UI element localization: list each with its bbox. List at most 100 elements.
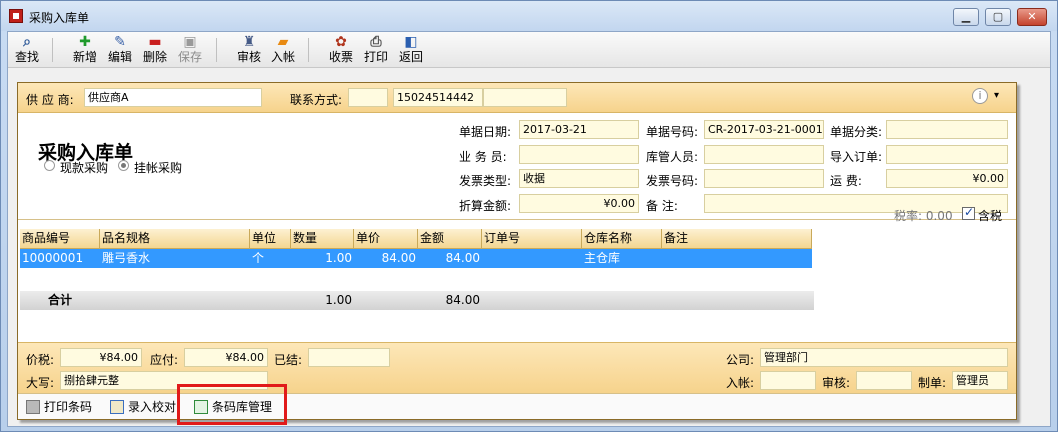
chevron-down-icon[interactable]: ▾: [994, 90, 999, 101]
door-icon: ◧: [404, 34, 418, 50]
payable-label: 应付:: [150, 353, 179, 367]
remark-label: 备 注:: [646, 199, 678, 213]
category-field[interactable]: [886, 120, 1008, 139]
app-window: 采购入库单 ▁ ▢ ✕ ⌕ 查找 ✚ 新增 ✎ 编辑 ▬ 删除 ▣ 保存 ♜ 审…: [0, 0, 1058, 432]
supplier-field[interactable]: 供应商A: [84, 88, 262, 107]
contact-extra-field[interactable]: [483, 88, 567, 107]
capital-label: 大写:: [26, 376, 55, 390]
invoice-type-field[interactable]: 收据: [519, 169, 639, 188]
ledger-icon: ▰: [277, 34, 289, 50]
save-button[interactable]: ▣ 保存: [173, 34, 207, 66]
radio-credit[interactable]: [118, 160, 129, 171]
grid-col-price[interactable]: 单价: [354, 229, 418, 249]
freight-field[interactable]: ¥0.00: [886, 169, 1008, 188]
tax-rate-label: 税率: 0.00: [894, 209, 953, 223]
grid-col-qty[interactable]: 数量: [291, 229, 354, 249]
printer-icon: [26, 400, 40, 414]
radio-credit-label: 挂帐采购: [134, 161, 183, 175]
row-amount: 84.00: [445, 251, 480, 265]
tax-price-field[interactable]: ¥84.00: [60, 348, 142, 367]
posted-field[interactable]: [760, 371, 816, 390]
grid-total-row: 合计 1.00 84.00: [20, 291, 814, 310]
grid-col-order[interactable]: 订单号: [482, 229, 582, 249]
grid-col-unit[interactable]: 单位: [250, 229, 291, 249]
posted-label: 入帐:: [726, 376, 755, 390]
row-warehouse: 主仓库: [584, 251, 621, 265]
settled-field[interactable]: [308, 348, 390, 367]
minus-icon: ▬: [148, 34, 162, 50]
close-button[interactable]: ✕: [1017, 8, 1047, 26]
doc-info-area: 采购入库单 现款采购 挂帐采购 单据日期: 2017-03-21 单据号码: C…: [18, 114, 1016, 219]
info-icon[interactable]: i: [972, 88, 988, 104]
doc-no-field[interactable]: CR-2017-03-21-0001: [704, 120, 824, 139]
minimize-button[interactable]: ▁: [953, 8, 979, 26]
row-code: 10000001: [22, 251, 84, 265]
maker-label: 制单:: [918, 376, 947, 390]
toolbar-separator: [308, 38, 309, 62]
contact-label: 联系方式:: [290, 93, 343, 107]
grid-col-remark[interactable]: 备注: [662, 229, 812, 249]
freight-label: 运 费:: [830, 174, 862, 188]
tax-include-label: 含税: [978, 209, 1003, 223]
print-button[interactable]: ⎙ 打印: [359, 34, 393, 66]
tax-price-label: 价税:: [26, 353, 55, 367]
radio-cash-label: 现款采购: [60, 161, 109, 175]
settled-label: 已结:: [274, 353, 303, 367]
grid-col-code[interactable]: 商品编号: [20, 229, 100, 249]
total-label: 合计: [48, 293, 73, 307]
grid-col-name[interactable]: 品名规格: [100, 229, 250, 249]
audit-field[interactable]: [856, 371, 912, 390]
app-icon: [9, 9, 23, 23]
company-label: 公司:: [726, 353, 755, 367]
date-field[interactable]: 2017-03-21: [519, 120, 639, 139]
company-field[interactable]: 管理部门: [760, 348, 1008, 367]
audit-label: 审核:: [822, 376, 851, 390]
find-button[interactable]: ⌕ 查找: [10, 34, 44, 66]
audit-button[interactable]: ♜ 审核: [232, 34, 266, 66]
delete-button[interactable]: ▬ 删除: [138, 34, 172, 66]
return-button[interactable]: ◧ 返回: [394, 34, 428, 66]
highlight-box: [177, 384, 287, 425]
entry-check-button[interactable]: 录入校对: [110, 398, 176, 416]
table-row[interactable]: 10000001 雕弓香水 个 1.00 84.00 84.00 主仓库: [20, 249, 812, 268]
import-order-field[interactable]: [886, 145, 1008, 164]
bottom-action-bar: 打印条码 录入校对 条码库管理: [18, 393, 1016, 419]
edit-button[interactable]: ✎ 编辑: [103, 34, 137, 66]
printer-icon: ⎙: [370, 34, 382, 50]
edit-check-icon: [110, 400, 124, 414]
tax-include-checkbox[interactable]: [962, 205, 975, 220]
doc-no-label: 单据号码:: [646, 125, 699, 139]
total-amount: 84.00: [445, 293, 480, 307]
receive-button[interactable]: ✿ 收票: [324, 34, 358, 66]
row-unit: 个: [252, 251, 265, 265]
add-button[interactable]: ✚ 新增: [68, 34, 102, 66]
row-name: 雕弓香水: [102, 251, 151, 265]
maximize-button[interactable]: ▢: [985, 8, 1011, 26]
category-label: 单据分类:: [830, 125, 883, 139]
grid-col-amount[interactable]: 金额: [418, 229, 482, 249]
invoice-no-field[interactable]: [704, 169, 824, 188]
toolbar-separator: [216, 38, 217, 62]
radio-cash[interactable]: [44, 160, 55, 171]
purchase-receipt-form: 供 应 商: 供应商A 联系方式: 15024514442 i ▾ 采购入库单 …: [17, 82, 1017, 420]
keeper-label: 库管人员:: [646, 150, 699, 164]
payable-field[interactable]: ¥84.00: [184, 348, 268, 367]
supplier-label: 供 应 商:: [26, 93, 74, 107]
divider: [18, 219, 1016, 220]
post-button[interactable]: ▰ 入帐: [266, 34, 300, 66]
grid-col-warehouse[interactable]: 仓库名称: [582, 229, 662, 249]
maker-field[interactable]: 管理员: [952, 371, 1008, 390]
phone-field[interactable]: 15024514442: [393, 88, 483, 107]
toolbar: ⌕ 查找 ✚ 新增 ✎ 编辑 ▬ 删除 ▣ 保存 ♜ 审核 ▰ 入帐 ✿ 收票 …: [8, 32, 1050, 68]
contact-field[interactable]: [348, 88, 388, 107]
salesman-field[interactable]: [519, 145, 639, 164]
toolbar-separator: [52, 38, 53, 62]
print-barcode-button[interactable]: 打印条码: [26, 398, 92, 416]
date-label: 单据日期:: [459, 125, 512, 139]
window-title: 采购入库单: [29, 11, 90, 25]
keeper-field[interactable]: [704, 145, 824, 164]
title-bar[interactable]: 采购入库单 ▁ ▢ ✕: [1, 1, 1057, 31]
discount-field[interactable]: ¥0.00: [519, 194, 639, 213]
binoculars-icon: ⌕: [23, 34, 31, 50]
plus-icon: ✚: [79, 34, 91, 50]
